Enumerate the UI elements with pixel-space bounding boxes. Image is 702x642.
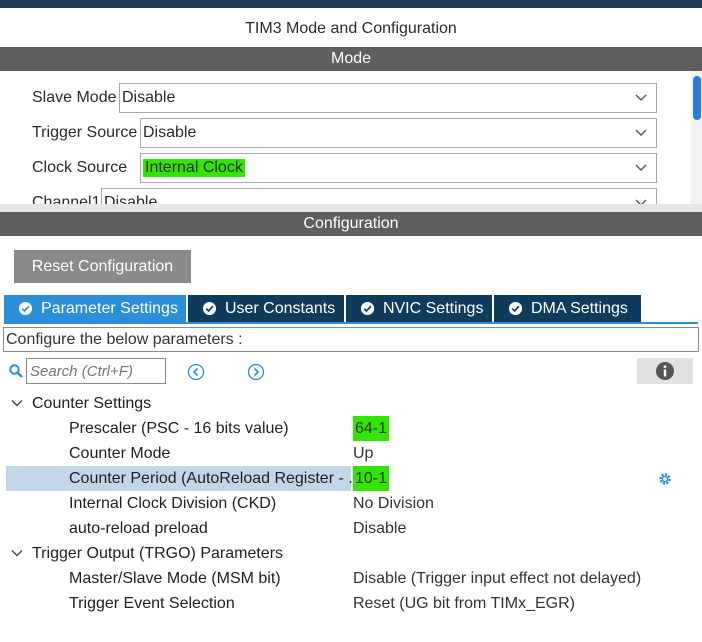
- search-icon: [9, 364, 23, 378]
- chevron-down-icon[interactable]: [10, 546, 24, 560]
- clock-source-value: Internal Clock: [143, 159, 245, 177]
- slave-mode-select[interactable]: Disable: [119, 83, 657, 113]
- mode-panel: Slave Mode Disable Trigger Source Disabl…: [0, 71, 702, 204]
- chevron-down-icon: [635, 164, 647, 171]
- chevron-down-icon[interactable]: [10, 396, 24, 410]
- param-value[interactable]: No Division: [353, 491, 434, 516]
- channel1-value: Disable: [104, 194, 158, 204]
- reset-configuration-button[interactable]: Reset Configuration: [14, 250, 191, 283]
- info-button[interactable]: [637, 358, 693, 384]
- tree-group-label: Counter Settings: [32, 395, 152, 412]
- param-row-auto-reload-preload[interactable]: auto-reload preload Disable: [0, 516, 702, 541]
- slave-mode-label: Slave Mode: [32, 89, 117, 106]
- check-circle-icon: [508, 301, 523, 316]
- param-value[interactable]: 10-1: [353, 466, 390, 491]
- tab-label: User Constants: [224, 299, 336, 317]
- next-result-icon[interactable]: [247, 363, 265, 381]
- tab-dma-settings[interactable]: DMA Settings: [493, 295, 641, 322]
- param-row-counter-period[interactable]: Counter Period (AutoReload Register - ..…: [0, 466, 702, 491]
- search-input[interactable]: [26, 358, 166, 384]
- param-label: Master/Slave Mode (MSM bit): [69, 570, 281, 587]
- parameters-description: Configure the below parameters :: [3, 327, 699, 352]
- window-top-strip: [0, 0, 702, 8]
- window-title: TIM3 Mode and Configuration: [0, 8, 702, 46]
- check-circle-icon: [202, 301, 217, 316]
- clock-source-label: Clock Source: [32, 159, 128, 176]
- param-label: Counter Mode: [69, 445, 171, 462]
- tab-label: Parameter Settings: [41, 299, 178, 317]
- chevron-down-icon: [635, 199, 647, 204]
- tab-label: DMA Settings: [530, 299, 628, 317]
- param-value[interactable]: Reset (UG bit from TIMx_EGR): [353, 591, 575, 616]
- param-label: Prescaler (PSC - 16 bits value): [69, 420, 289, 437]
- param-value[interactable]: Disable (Trigger input effect not delaye…: [353, 566, 641, 591]
- tree-group-counter-settings[interactable]: Counter Settings: [0, 391, 702, 416]
- tree-group-trigger-output[interactable]: Trigger Output (TRGO) Parameters: [0, 541, 702, 566]
- param-row-counter-mode[interactable]: Counter Mode Up: [0, 441, 702, 466]
- check-circle-icon: [18, 301, 33, 316]
- mode-scrollbar-thumb[interactable]: [693, 76, 701, 120]
- param-label: Internal Clock Division (CKD): [69, 495, 277, 512]
- trigger-source-label: Trigger Source: [32, 124, 138, 141]
- channel1-label: Channel1: [32, 194, 101, 204]
- param-row-clock-division[interactable]: Internal Clock Division (CKD) No Divisio…: [0, 491, 702, 516]
- tab-user-constants[interactable]: User Constants: [187, 295, 344, 322]
- param-row-msm-mode[interactable]: Master/Slave Mode (MSM bit) Disable (Tri…: [0, 566, 702, 591]
- configuration-section-header[interactable]: Configuration: [0, 212, 702, 236]
- param-label: Counter Period (AutoReload Register - ..: [69, 470, 358, 487]
- panel-divider[interactable]: [0, 204, 702, 212]
- slave-mode-row: Slave Mode: [32, 83, 121, 113]
- tree-group-label: Trigger Output (TRGO) Parameters: [32, 545, 284, 562]
- channel1-select[interactable]: Disable: [101, 188, 657, 204]
- chevron-down-icon: [635, 129, 647, 136]
- param-row-trigger-event[interactable]: Trigger Event Selection Reset (UG bit fr…: [0, 591, 702, 616]
- tab-nvic-settings[interactable]: NVIC Settings: [345, 295, 492, 322]
- param-label: Trigger Event Selection: [69, 595, 235, 612]
- clock-source-select[interactable]: Internal Clock: [140, 153, 657, 183]
- tab-underline: [4, 322, 698, 324]
- tab-parameter-settings[interactable]: Parameter Settings: [4, 295, 186, 322]
- slave-mode-value: Disable: [122, 89, 176, 106]
- trigger-source-row: Trigger Source: [32, 118, 141, 148]
- config-tabs: Parameter Settings User Constants NVIC S…: [4, 295, 643, 322]
- param-value[interactable]: Up: [353, 441, 373, 466]
- param-value[interactable]: Disable: [353, 516, 406, 541]
- clock-source-row: Clock Source: [32, 153, 131, 183]
- param-label: auto-reload preload: [69, 520, 208, 537]
- mode-section-header[interactable]: Mode: [0, 47, 702, 71]
- trigger-source-value: Disable: [143, 124, 197, 141]
- param-value[interactable]: 64-1: [353, 416, 390, 441]
- param-row-prescaler[interactable]: Prescaler (PSC - 16 bits value) 64-1: [0, 416, 702, 441]
- channel1-row: Channel1: [32, 188, 105, 204]
- trigger-source-select[interactable]: Disable: [140, 118, 657, 148]
- info-icon: [656, 362, 674, 380]
- gear-icon[interactable]: [657, 471, 673, 487]
- tab-label: NVIC Settings: [382, 299, 484, 317]
- previous-result-icon[interactable]: [187, 363, 205, 381]
- check-circle-icon: [360, 301, 375, 316]
- chevron-down-icon: [635, 94, 647, 101]
